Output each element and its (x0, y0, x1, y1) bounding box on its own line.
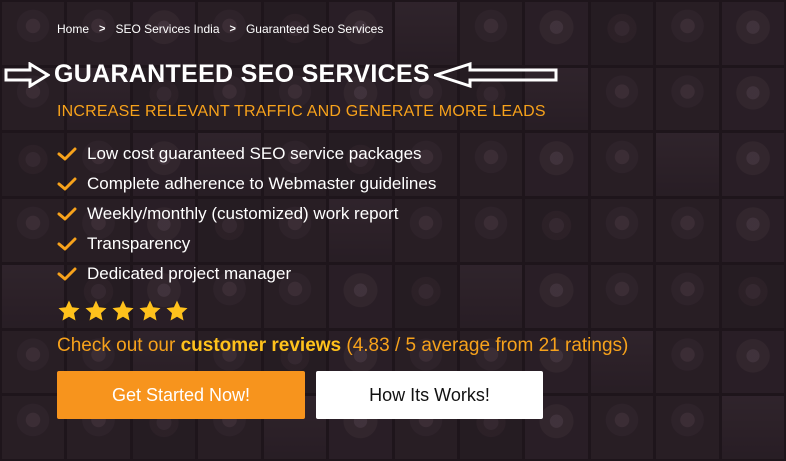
check-icon (57, 206, 77, 222)
get-started-button[interactable]: Get Started Now! (57, 371, 305, 419)
breadcrumb: Home > SEO Services India > Guaranteed S… (57, 22, 383, 36)
list-item: Dedicated project manager (57, 259, 436, 289)
star-rating (57, 299, 189, 323)
feature-text: Dedicated project manager (87, 264, 292, 283)
arrow-right-icon (4, 61, 50, 88)
feature-text: Transparency (87, 234, 191, 253)
feature-text: Complete adherence to Webmaster guidelin… (87, 174, 437, 193)
reviews-suffix: (4.83 / 5 average from 21 ratings) (341, 335, 629, 356)
breadcrumb-separator: > (229, 23, 236, 35)
reviews-summary: Check out our customer reviews (4.83 / 5… (57, 335, 628, 357)
star-icon (85, 300, 107, 321)
list-item: Weekly/monthly (customized) work report (57, 199, 436, 229)
breadcrumb-home-link[interactable]: Home (57, 22, 89, 36)
hero-section: Home > SEO Services India > Guaranteed S… (0, 0, 786, 461)
feature-list: Low cost guaranteed SEO service packages… (57, 139, 436, 289)
star-icon (166, 300, 188, 321)
check-icon (57, 146, 77, 162)
title-row: GUARANTEED SEO SERVICES (4, 60, 558, 89)
check-icon (57, 176, 77, 192)
check-icon (57, 236, 77, 252)
page-subtitle: INCREASE RELEVANT TRAFFIC AND GENERATE M… (57, 103, 546, 120)
list-item: Complete adherence to Webmaster guidelin… (57, 169, 436, 199)
breadcrumb-current: Guaranteed Seo Services (245, 22, 384, 36)
how-it-works-button[interactable]: How Its Works! (316, 371, 543, 419)
star-icon (139, 300, 161, 321)
star-icon (58, 300, 80, 321)
page-title: GUARANTEED SEO SERVICES (54, 60, 430, 88)
list-item: Low cost guaranteed SEO service packages (57, 139, 436, 169)
feature-text: Weekly/monthly (customized) work report (87, 204, 399, 223)
breadcrumb-seo-services-link[interactable]: SEO Services India (115, 22, 219, 36)
star-icon (112, 300, 134, 321)
customer-reviews-link[interactable]: customer reviews (181, 335, 342, 356)
list-item: Transparency (57, 229, 436, 259)
check-icon (57, 266, 77, 282)
feature-text: Low cost guaranteed SEO service packages (87, 144, 422, 163)
breadcrumb-separator: > (99, 23, 106, 35)
arrow-left-icon (433, 61, 558, 88)
reviews-prefix: Check out our (57, 335, 181, 356)
